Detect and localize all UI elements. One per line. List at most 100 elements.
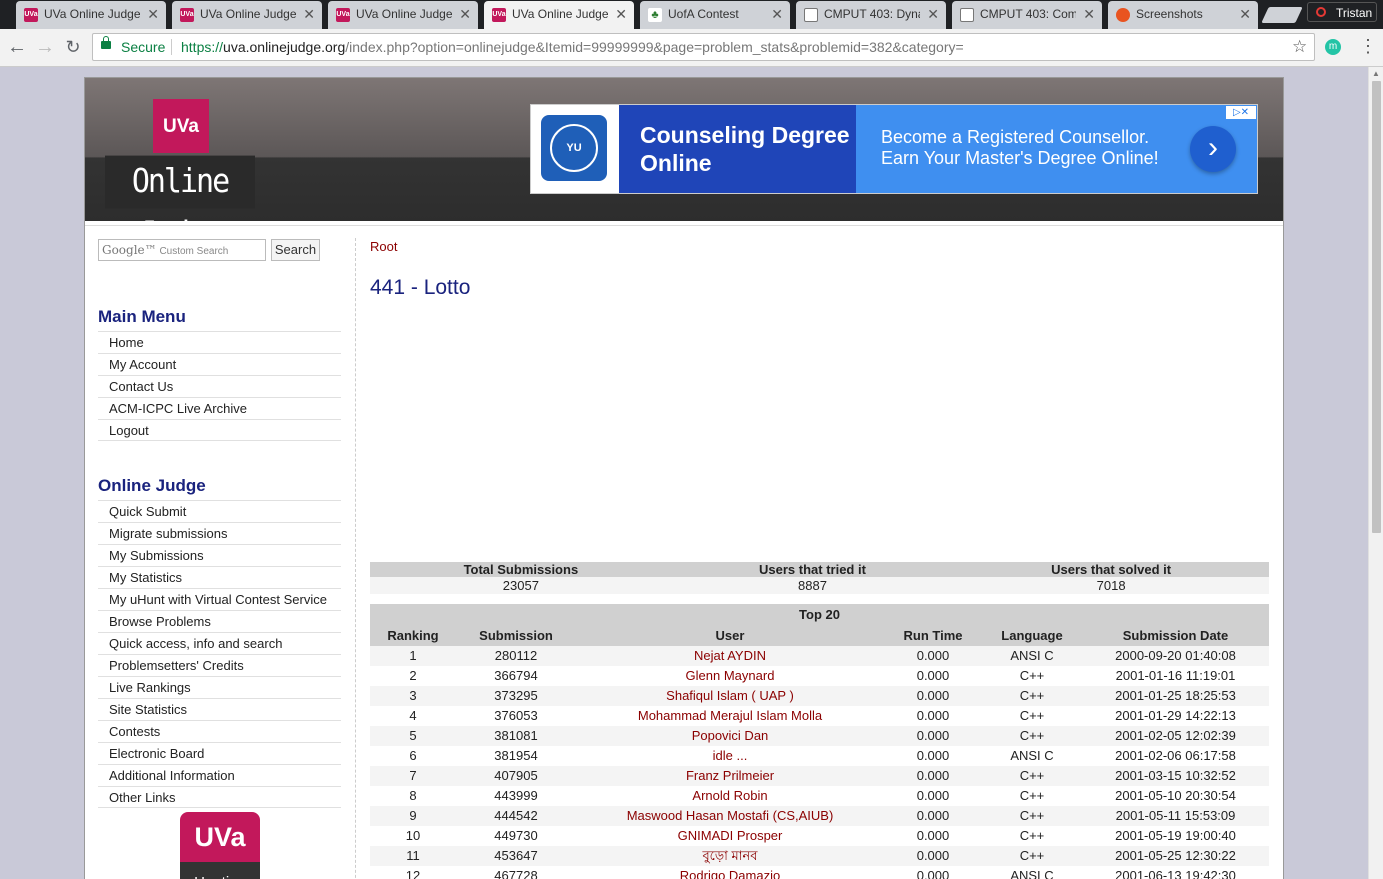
reload-icon[interactable]: ↻ — [62, 36, 84, 58]
menu-item[interactable]: Additional Information — [98, 764, 341, 786]
menu-item[interactable]: Logout — [98, 419, 341, 441]
menu-item[interactable]: My uHunt with Virtual Contest Service — [98, 588, 341, 610]
tab-title: UVa Online Judge — [512, 7, 608, 21]
menu-item[interactable]: Problemsetters' Credits — [98, 654, 341, 676]
close-tab-icon[interactable]: ✕ — [303, 1, 315, 28]
scrollbar-thumb[interactable] — [1372, 81, 1381, 533]
browser-tab[interactable]: CMPUT 403: Dynam ✕ — [796, 1, 946, 29]
user-link[interactable]: Glenn Maynard — [576, 666, 884, 686]
user-link[interactable]: Popovici Dan — [576, 726, 884, 746]
extension-icon[interactable]: m — [1325, 39, 1341, 55]
tab-title: Screenshots — [1136, 7, 1203, 21]
browser-tab[interactable]: ♣ UofA Contest ✕ — [640, 1, 790, 29]
tab-title: UofA Contest — [668, 7, 739, 21]
browser-tab[interactable]: Screenshots ✕ — [1108, 1, 1258, 29]
close-tab-icon[interactable]: ✕ — [147, 1, 159, 28]
menu-item[interactable]: My Account — [98, 353, 341, 375]
table-cell: C++ — [982, 686, 1082, 706]
close-tab-icon[interactable]: ✕ — [1083, 1, 1095, 28]
menu-item[interactable]: My Submissions — [98, 544, 341, 566]
search-input[interactable]: Google™ Custom Search — [98, 239, 266, 261]
table-cell: 11 — [370, 846, 456, 866]
ad-chevron-right-icon[interactable]: › — [1190, 126, 1236, 172]
online-judge-menu: Quick Submit Migrate submissions My Submis… — [98, 500, 341, 808]
menu-item[interactable]: Quick access, info and search — [98, 632, 341, 654]
user-link[interactable]: GNIMADI Prosper — [576, 826, 884, 846]
user-link[interactable]: Nejat AYDIN — [576, 646, 884, 666]
browser-tab[interactable]: UVa UVa Online Judge ✕ — [16, 1, 166, 29]
address-bar[interactable]: Secure https://uva.onlinejudge.org/index… — [92, 33, 1315, 61]
advertisement[interactable]: YU Counseling Degree Online Become a Reg… — [530, 104, 1258, 194]
profile-name: Tristan — [1336, 6, 1373, 20]
menu-item[interactable]: Home — [98, 331, 341, 353]
table-cell: ANSI C — [982, 646, 1082, 666]
close-tab-icon[interactable]: ✕ — [771, 1, 783, 28]
user-link[interactable]: Rodrigo Damazio — [576, 866, 884, 879]
browser-tab[interactable]: UVa UVa Online Judge ✕ — [172, 1, 322, 29]
table-cell: C++ — [982, 766, 1082, 786]
back-arrow-icon[interactable]: ← — [6, 36, 28, 58]
menu-item[interactable]: Contests — [98, 720, 341, 742]
menu-item[interactable]: Browse Problems — [98, 610, 341, 632]
uva-logo[interactable]: UVa — [153, 99, 209, 153]
stats-value: 23057 — [370, 577, 672, 594]
table-cell: 0.000 — [884, 826, 982, 846]
forward-arrow-icon[interactable]: → — [34, 36, 56, 58]
menu-item[interactable]: Other Links — [98, 786, 341, 808]
user-link[interactable]: Arnold Robin — [576, 786, 884, 806]
user-link[interactable]: Shafiqul Islam ( UAP ) — [576, 686, 884, 706]
lock-icon — [101, 36, 111, 49]
page-scrollbar[interactable]: ▲ — [1368, 67, 1383, 879]
browser-menu-icon[interactable]: ⋮ — [1359, 36, 1377, 56]
column-header: Submission Date — [1082, 626, 1269, 646]
site-logo-text[interactable]: Online Judge — [105, 155, 255, 254]
table-cell: ANSI C — [982, 866, 1082, 879]
browser-tab[interactable]: UVa UVa Online Judge ✕ — [484, 1, 634, 29]
browser-tab[interactable]: UVa UVa Online Judge ✕ — [328, 1, 478, 29]
ad-choices-icon[interactable]: ▷✕ — [1226, 106, 1256, 119]
close-tab-icon[interactable]: ✕ — [615, 1, 627, 28]
uva-favicon-icon: UVa — [336, 8, 350, 22]
page-viewport: UVa Online Judge YU Counseling Degree On… — [0, 67, 1368, 879]
profile-button[interactable]: Tristan — [1307, 2, 1377, 22]
doc-favicon-icon — [960, 8, 974, 22]
table-row: 5 381081 Popovici Dan 0.000 C++ 2001-02-05 12… — [370, 726, 1269, 746]
menu-item[interactable]: ACM-ICPC Live Archive — [98, 397, 341, 419]
menu-item[interactable]: Quick Submit — [98, 500, 341, 522]
table-cell: 2001-02-05 12:02:39 — [1082, 726, 1269, 746]
table-row: 7 407905 Franz Prilmeier 0.000 C++ 2001-03-15… — [370, 766, 1269, 786]
table-row: 9 444542 Maswood Hasan Mostafi (CS,AIUB) 0.… — [370, 806, 1269, 826]
user-link[interactable]: Franz Prilmeier — [576, 766, 884, 786]
table-cell: C++ — [982, 806, 1082, 826]
table-cell: 453647 — [456, 846, 576, 866]
university-seal-icon: YU — [541, 115, 607, 181]
user-link[interactable]: idle ... — [576, 746, 884, 766]
stats-value: 7018 — [953, 577, 1269, 594]
menu-item[interactable]: Migrate submissions — [98, 522, 341, 544]
menu-item[interactable]: Site Statistics — [98, 698, 341, 720]
table-cell: 0.000 — [884, 726, 982, 746]
close-tab-icon[interactable]: ✕ — [927, 1, 939, 28]
menu-item[interactable]: My Statistics — [98, 566, 341, 588]
menu-item[interactable]: Electronic Board — [98, 742, 341, 764]
main-menu: Home My Account Contact Us ACM-ICPC Live Ar… — [98, 331, 341, 441]
scroll-up-arrow-icon[interactable]: ▲ — [1372, 69, 1380, 78]
divider — [85, 225, 1283, 226]
column-header: Submission — [456, 626, 576, 646]
stats-header: Users that tried it — [671, 562, 954, 577]
user-link[interactable]: Mohammad Merajul Islam Molla — [576, 706, 884, 726]
user-link[interactable]: Maswood Hasan Mostafi (CS,AIUB) — [576, 806, 884, 826]
menu-item[interactable]: Contact Us — [98, 375, 341, 397]
browser-tab[interactable]: CMPUT 403: Combi ✕ — [952, 1, 1102, 29]
site-banner: UVa Online Judge YU Counseling Degree On… — [85, 78, 1283, 254]
close-tab-icon[interactable]: ✕ — [1239, 1, 1251, 28]
bookmark-star-icon[interactable]: ☆ — [1292, 37, 1307, 57]
close-tab-icon[interactable]: ✕ — [459, 1, 471, 28]
uhunt-logo[interactable]: UVa Hunting — [180, 812, 260, 879]
user-link[interactable]: বুড়ো মানব — [576, 846, 884, 866]
table-cell: C++ — [982, 666, 1082, 686]
search-button[interactable]: Search — [271, 239, 320, 261]
menu-item[interactable]: Live Rankings — [98, 676, 341, 698]
table-cell: 381081 — [456, 726, 576, 746]
breadcrumb[interactable]: Root — [370, 239, 397, 254]
